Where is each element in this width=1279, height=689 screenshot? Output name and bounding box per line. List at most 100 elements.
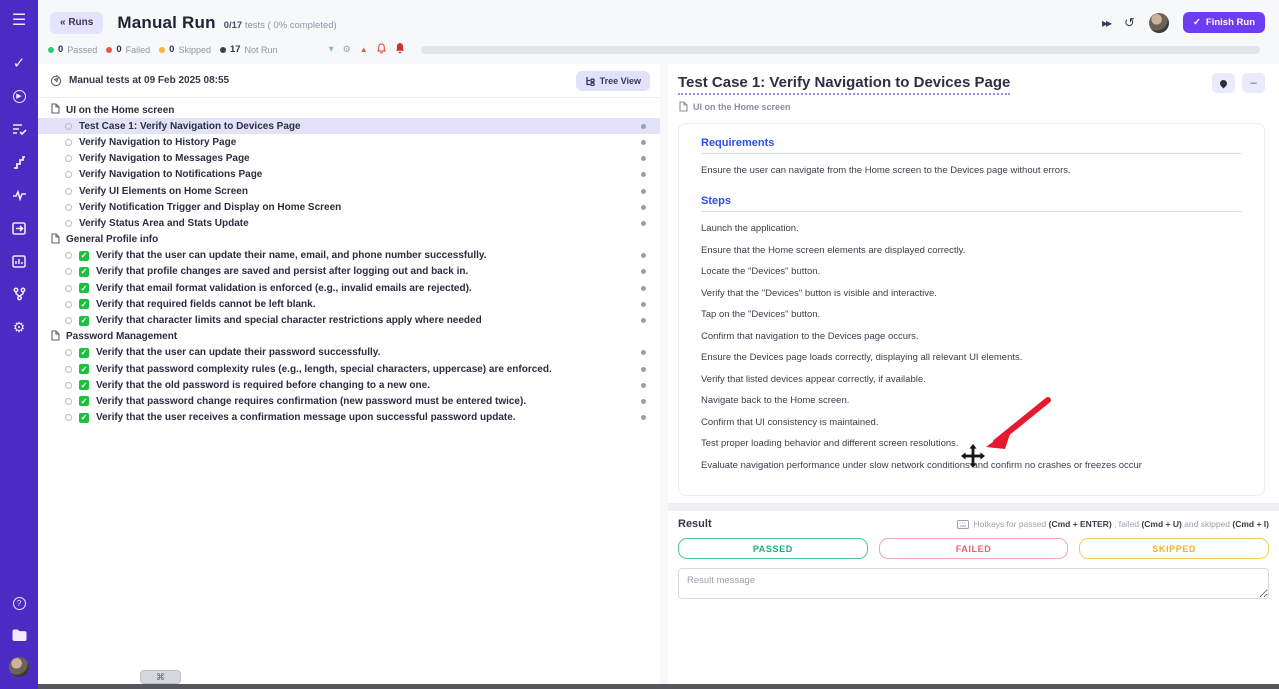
- test-case-row[interactable]: ✓Verify that password change requires co…: [38, 393, 660, 409]
- status-circle-icon: [65, 414, 72, 421]
- step-text: Verify that listed devices appear correc…: [701, 374, 1242, 385]
- play-circle-icon[interactable]: ▶: [9, 86, 29, 106]
- pulse-icon[interactable]: [9, 185, 29, 205]
- horizontal-scrollbar[interactable]: [36, 684, 1279, 689]
- test-case-row[interactable]: ✓Verify that required fields cannot be l…: [38, 296, 660, 312]
- ink-drop-button[interactable]: [1212, 73, 1235, 93]
- test-case-row[interactable]: Verify Status Area and Stats Update: [38, 215, 660, 231]
- test-case-title: Verify UI Elements on Home Screen: [79, 186, 248, 197]
- test-case-row[interactable]: Verify Navigation to Messages Page: [38, 151, 660, 167]
- status-circle-icon: [65, 398, 72, 405]
- result-status-dot: [641, 269, 646, 274]
- status-count: 0: [169, 44, 174, 55]
- status-circle-icon: [65, 171, 72, 178]
- test-case-row[interactable]: ✓Verify that the old password is require…: [38, 377, 660, 393]
- steps-list: Launch the application.Ensure that the H…: [701, 223, 1242, 471]
- chevron-down-icon[interactable]: ▾: [329, 45, 334, 55]
- status-circle-icon: [65, 155, 72, 162]
- tree-view-button[interactable]: Tree View: [576, 71, 650, 91]
- folder-icon[interactable]: [9, 625, 29, 645]
- result-status-dot: [641, 253, 646, 258]
- test-case-row[interactable]: Verify Notification Trigger and Display …: [38, 199, 660, 215]
- help-icon[interactable]: ?: [9, 593, 29, 613]
- collapse-button[interactable]: –: [1242, 73, 1265, 93]
- result-status-dot: [641, 189, 646, 194]
- test-case-row[interactable]: ✓Verify that character limits and specia…: [38, 312, 660, 328]
- result-message-input[interactable]: [678, 568, 1269, 599]
- move-cursor-icon[interactable]: [960, 443, 986, 469]
- test-case-row[interactable]: ✓Verify that the user can update their n…: [38, 248, 660, 264]
- verdict-skipped-button[interactable]: SKIPPED: [1079, 538, 1269, 559]
- green-check-emoji: ✓: [79, 364, 89, 374]
- test-case-row[interactable]: ✓Verify that the user receives a confirm…: [38, 410, 660, 426]
- user-avatar-top[interactable]: [1149, 13, 1169, 33]
- test-case-title: Verify that email format validation is e…: [96, 283, 472, 294]
- step-text: Confirm that navigation to the Devices p…: [701, 331, 1242, 342]
- status-count: 0: [116, 44, 121, 55]
- green-check-emoji: ✓: [79, 348, 89, 358]
- result-heading: Result: [678, 518, 712, 530]
- test-case-title: Verify that required fields cannot be le…: [96, 299, 316, 310]
- test-case-title: Verify Navigation to History Page: [79, 137, 236, 148]
- status-count: 0: [58, 44, 63, 55]
- status-label: Skipped: [178, 45, 211, 55]
- page-title: Manual Run: [117, 13, 215, 33]
- test-case-row[interactable]: Verify Navigation to History Page: [38, 134, 660, 150]
- verdict-failed-button[interactable]: FAILED: [879, 538, 1069, 559]
- user-avatar[interactable]: [9, 657, 29, 677]
- tree-section-row[interactable]: Password Management: [38, 329, 660, 345]
- test-case-row[interactable]: Test Case 1: Verify Navigation to Device…: [38, 118, 660, 134]
- caret-up-icon[interactable]: ▲: [360, 46, 368, 54]
- test-case-title: Verify that character limits and special…: [96, 315, 482, 326]
- test-tree-panel: Manual tests at 09 Feb 2025 08:55 Tree V…: [38, 64, 660, 684]
- result-status-dot: [641, 383, 646, 388]
- list-check-icon[interactable]: [9, 119, 29, 139]
- app-sidebar: ☰ ✓ ▶ ⚙ ?: [0, 0, 38, 689]
- menu-icon[interactable]: ☰: [9, 10, 29, 30]
- gear-icon[interactable]: ⚙: [9, 317, 29, 337]
- green-check-emoji: ✓: [79, 396, 89, 406]
- tree-section-row[interactable]: UI on the Home screen: [38, 102, 660, 118]
- status-counts: 0Passed0Failed0Skipped17Not Run: [48, 44, 287, 55]
- fast-forward-icon[interactable]: ▸▸: [1102, 16, 1110, 30]
- status-dot: [106, 47, 112, 53]
- tree-section-row[interactable]: General Profile info: [38, 232, 660, 248]
- back-to-runs-button[interactable]: « Runs: [50, 12, 103, 34]
- steps-icon[interactable]: [9, 152, 29, 172]
- tests-count: 0/17: [224, 20, 243, 31]
- gear-small-icon[interactable]: ⚙: [343, 45, 351, 54]
- box-arrow-icon[interactable]: [9, 218, 29, 238]
- steps-heading: Steps: [701, 195, 1242, 212]
- result-status-dot: [641, 205, 646, 210]
- check-icon[interactable]: ✓: [9, 53, 29, 73]
- hotkeys-hint: Hotkeys for passed (Cmd + ENTER) , faile…: [957, 519, 1269, 529]
- test-case-title: Verify Status Area and Stats Update: [79, 218, 249, 229]
- result-status-dot: [641, 318, 646, 323]
- test-case-title: Verify that the user receives a confirma…: [96, 412, 516, 423]
- branch-icon[interactable]: [9, 284, 29, 304]
- test-case-row[interactable]: ✓Verify that email format validation is …: [38, 280, 660, 296]
- chart-icon[interactable]: [9, 251, 29, 271]
- test-case-row[interactable]: ✓Verify that password complexity rules (…: [38, 361, 660, 377]
- bell-outline-icon[interactable]: [377, 43, 386, 57]
- status-label: Not Run: [245, 45, 278, 55]
- step-text: Locate the "Devices" button.: [701, 266, 1242, 277]
- drop-icon: [1219, 78, 1229, 88]
- panel-resizer[interactable]: [668, 503, 1279, 511]
- history-icon[interactable]: ↺: [1124, 15, 1135, 31]
- status-circle-icon: [65, 139, 72, 146]
- requirements-heading: Requirements: [701, 137, 1242, 154]
- test-case-row[interactable]: ✓Verify that the user can update their p…: [38, 345, 660, 361]
- top-bar: « Runs Manual Run 0/17 tests ( 0% comple…: [38, 0, 1279, 64]
- finish-run-button[interactable]: ✓ Finish Run: [1183, 12, 1265, 33]
- verdict-passed-button[interactable]: PASSED: [678, 538, 868, 559]
- green-check-emoji: ✓: [79, 267, 89, 277]
- test-case-title: Verify Navigation to Messages Page: [79, 153, 250, 164]
- test-case-row[interactable]: ✓Verify that profile changes are saved a…: [38, 264, 660, 280]
- test-case-title[interactable]: Test Case 1: Verify Navigation to Device…: [678, 74, 1010, 95]
- test-case-row[interactable]: Verify Navigation to Notifications Page: [38, 167, 660, 183]
- step-text: Ensure that the Home screen elements are…: [701, 245, 1242, 256]
- bell-filled-icon[interactable]: [395, 42, 405, 57]
- test-case-row[interactable]: Verify UI Elements on Home Screen: [38, 183, 660, 199]
- section-title: Password Management: [66, 331, 177, 342]
